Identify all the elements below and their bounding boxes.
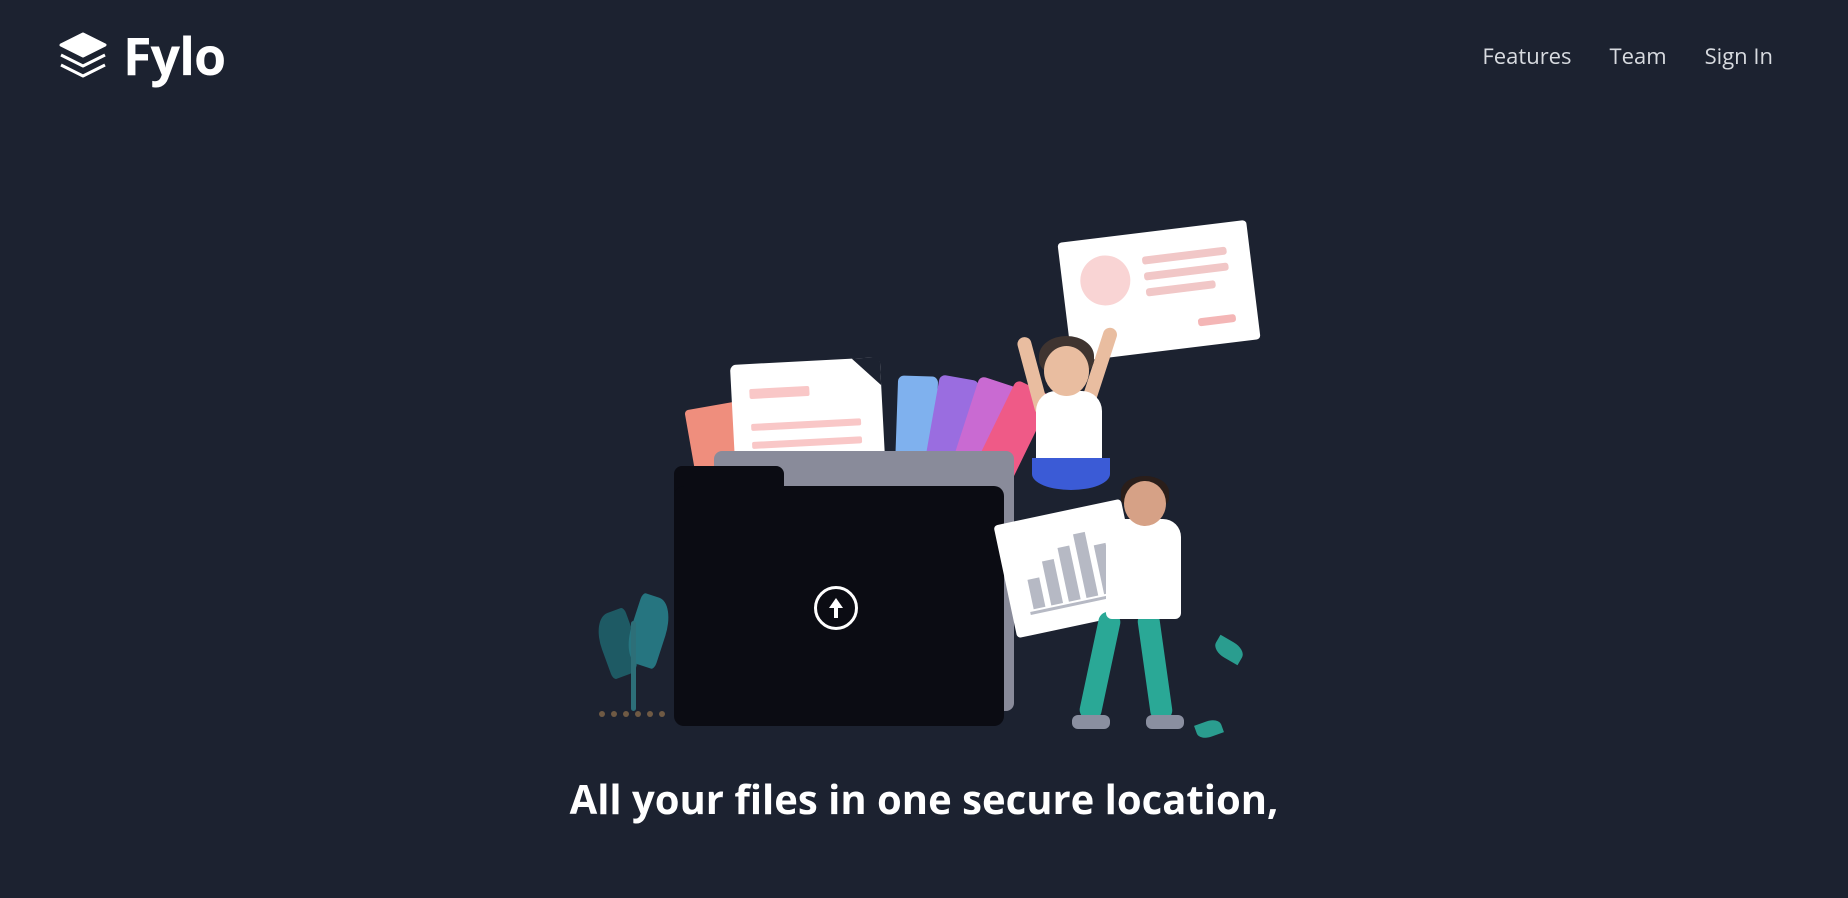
upload-icon	[814, 586, 858, 630]
plant-decoration	[589, 581, 679, 721]
leaf-decoration	[1212, 635, 1247, 666]
nav-link-signin[interactable]: Sign In	[1705, 41, 1773, 71]
nav-link-team[interactable]: Team	[1610, 41, 1667, 71]
nav-link-features[interactable]: Features	[1482, 41, 1571, 71]
logo-icon	[55, 28, 111, 84]
hero-illustration	[564, 191, 1284, 751]
header: Fylo Features Team Sign In	[0, 0, 1848, 111]
hero-title: All your files in one secure location,	[570, 771, 1279, 827]
primary-nav: Features Team Sign In	[1482, 41, 1793, 71]
person-carrying-chart	[1074, 481, 1204, 741]
logo[interactable]: Fylo	[55, 20, 225, 91]
logo-text: Fylo	[123, 20, 225, 91]
hero-section: All your files in one secure location,	[0, 111, 1848, 827]
